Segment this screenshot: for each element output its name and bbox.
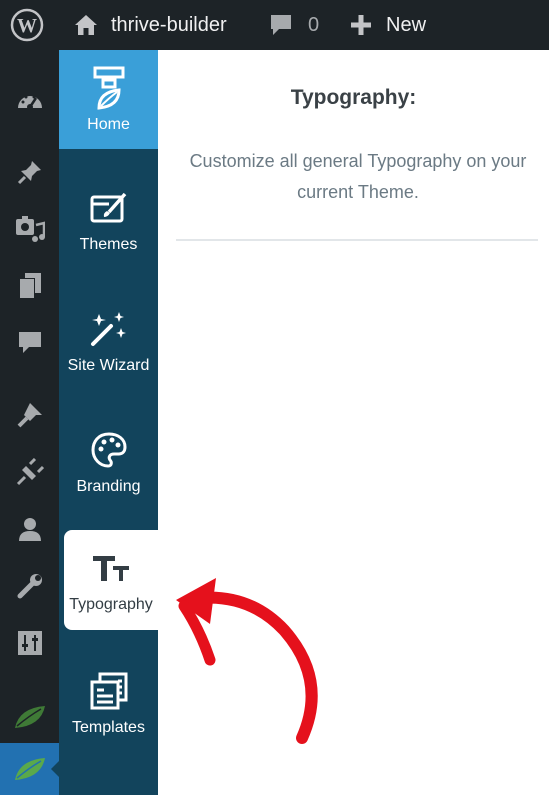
settings-icon: [17, 631, 42, 655]
magic-wand-icon: [90, 311, 126, 346]
themes-icon: [90, 192, 126, 222]
sidebar-item-home[interactable]: Home: [59, 50, 158, 149]
menu-users[interactable]: [0, 507, 59, 551]
menu-pages[interactable]: [0, 264, 59, 308]
menu-media[interactable]: [0, 207, 59, 251]
site-name-link[interactable]: thrive-builder: [73, 0, 227, 50]
leaf-icon: [14, 758, 45, 780]
thrive-sidebar: Home Themes Site Wizard Branding Typogra…: [59, 50, 158, 795]
menu-thrive-leaf[interactable]: [0, 695, 59, 739]
tools-icon: [17, 574, 42, 599]
menu-thrive-theme-builder[interactable]: [0, 743, 59, 795]
appearance-icon: [17, 403, 42, 428]
sidebar-item-themes[interactable]: Themes: [59, 170, 158, 269]
media-icon: [15, 216, 45, 242]
sidebar-item-templates[interactable]: Templates: [59, 653, 158, 752]
wordpress-icon: W: [10, 8, 44, 42]
users-icon: [18, 518, 41, 541]
menu-plugins[interactable]: [0, 450, 59, 494]
dashboard-icon: [17, 95, 42, 110]
menu-dashboard[interactable]: [0, 78, 59, 122]
comment-bubble-icon: [271, 15, 291, 35]
leaf-icon: [14, 706, 45, 728]
menu-appearance[interactable]: [0, 393, 59, 437]
wp-admin-menu: [0, 50, 59, 795]
svg-text:W: W: [17, 15, 37, 37]
sidebar-item-label: Typography: [69, 596, 153, 613]
home-icon: [75, 15, 97, 35]
sidebar-item-label: Branding: [76, 477, 141, 495]
menu-posts[interactable]: [0, 150, 59, 194]
pin-icon: [17, 161, 41, 185]
comments-icon: [18, 332, 41, 353]
page-description: Customize all general Typography on your…: [189, 151, 527, 202]
menu-tools[interactable]: [0, 564, 59, 608]
pages-icon: [18, 273, 41, 299]
new-content-button[interactable]: New: [350, 0, 426, 50]
sidebar-item-label: Templates: [72, 718, 145, 736]
home-brush-icon: [93, 66, 124, 110]
sidebar-item-typography[interactable]: Typography: [64, 530, 158, 630]
sidebar-item-label: Themes: [79, 235, 138, 253]
comment-count: 0: [308, 13, 320, 36]
divider: [176, 239, 538, 241]
menu-settings[interactable]: [0, 621, 59, 665]
palette-icon: [90, 431, 127, 468]
new-label: New: [386, 13, 427, 36]
sidebar-item-branding[interactable]: Branding: [59, 412, 158, 511]
main-panel: Typography: Customize all general Typogr…: [158, 50, 549, 795]
sidebar-item-label: Home: [87, 115, 130, 133]
typography-icon: [93, 556, 129, 581]
site-name: thrive-builder: [111, 13, 227, 36]
menu-comments[interactable]: [0, 321, 59, 365]
templates-icon: [90, 672, 127, 709]
sidebar-item-label: Site Wizard: [67, 356, 150, 374]
plugins-icon: [16, 458, 44, 486]
plus-icon: [351, 15, 371, 35]
admin-bar: W thrive-builder 0 New: [0, 0, 549, 50]
wordpress-logo-button[interactable]: W: [10, 0, 44, 50]
sidebar-item-site-wizard[interactable]: Site Wizard: [59, 291, 158, 390]
comments-link[interactable]: 0: [268, 0, 319, 50]
page-title: Typography:: [290, 86, 417, 109]
